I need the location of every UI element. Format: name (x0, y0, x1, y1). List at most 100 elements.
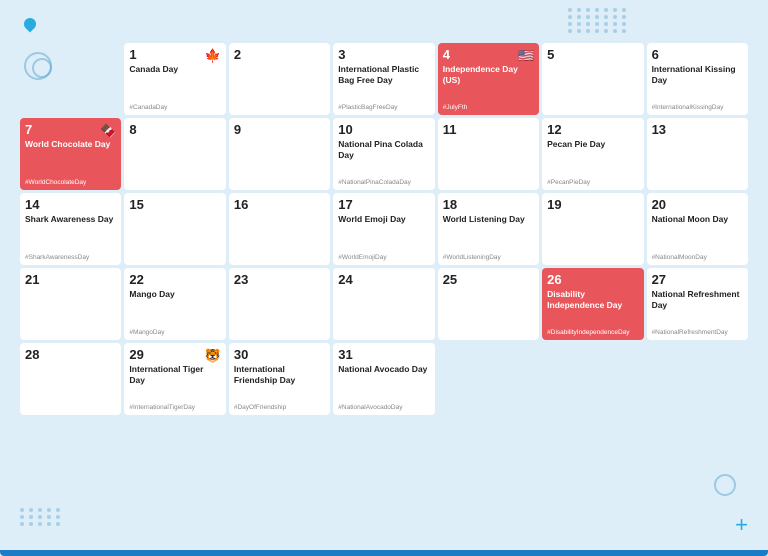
day-hashtag: #JulyFth (443, 104, 534, 111)
plus-icon: + (735, 512, 748, 538)
day-hashtag: #InternationalTigerDay (129, 404, 220, 411)
day-cell-27: 27National Refreshment Day#NationalRefre… (647, 268, 748, 340)
day-hashtag: #NationalMoonDay (652, 254, 743, 261)
day-title: National Avocado Day (338, 364, 429, 401)
day-number: 9 (234, 123, 325, 136)
day-icon: 🇺🇸 (518, 48, 534, 64)
empty-cell (647, 343, 748, 415)
header-left (20, 16, 38, 30)
bottom-bar (0, 550, 768, 556)
day-number: 25 (443, 273, 534, 286)
day-title: World Listening Day (443, 214, 534, 251)
day-icon: 🐯 (205, 348, 221, 364)
day-number: 20 (652, 198, 743, 211)
day-number: 26 (547, 273, 638, 286)
day-cell-3: 3 International Plastic Bag Free Day #Plas… (333, 43, 434, 115)
day-title: Shark Awareness Day (25, 214, 116, 251)
day-title: Pecan Pie Day (547, 139, 638, 176)
day-cell-26: 26 Disability Independence Day #Disability… (542, 268, 643, 340)
day-hashtag: #NationalPinaColadaDay (338, 179, 429, 186)
day-title: National Pina Colada Day (338, 139, 429, 176)
day-cell-12: 12 Pecan Pie Day #PecanPieDay (542, 118, 643, 190)
day-hashtag: #CanadaDay (129, 104, 220, 111)
day-icon: 🍁 (205, 48, 221, 64)
header (20, 16, 748, 37)
day-cell-25: 25 (438, 268, 539, 340)
day-number: 5 (547, 48, 638, 61)
day-number: 19 (547, 198, 638, 211)
brand-logo (24, 18, 38, 30)
day-hashtag: #NationalRefreshmentDay (652, 329, 743, 336)
day-hashtag: #WorldEmojiDay (338, 254, 429, 261)
subtitle (20, 18, 38, 30)
page-wrapper: + 1🍁Canada Day#CanadaDay23 (0, 0, 768, 556)
day-cell-18: 18 World Listening Day #WorldListeningDay (438, 193, 539, 265)
day-hashtag: #DayOfFriendship (234, 404, 325, 411)
empty-cell (20, 43, 121, 115)
day-hashtag: #SharkAwarenessDay (25, 254, 116, 261)
day-number: 18 (443, 198, 534, 211)
day-hashtag: #MangoDay (129, 329, 220, 336)
day-number: 27 (652, 273, 743, 286)
day-number: 2 (234, 48, 325, 61)
day-title: Independence Day (US) (443, 64, 534, 101)
day-cell-10: 10National Pina Colada Day#NationalPinaC… (333, 118, 434, 190)
day-hashtag: #InternationalKissingDay (652, 104, 743, 111)
day-cell-1: 1🍁Canada Day#CanadaDay (124, 43, 225, 115)
day-title: International Tiger Day (129, 364, 220, 401)
day-cell-28: 28 (20, 343, 121, 415)
day-cell-16: 16 (229, 193, 330, 265)
day-hashtag: #WorldListeningDay (443, 254, 534, 261)
day-number: 28 (25, 348, 116, 361)
day-hashtag: #WorldChocolateDay (25, 179, 116, 186)
decorative-dots-top (568, 8, 628, 33)
day-number: 6 (652, 48, 743, 61)
day-hashtag: #PlasticBagFreeDay (338, 104, 429, 111)
day-title: World Emoji Day (338, 214, 429, 251)
logo-icon (22, 16, 39, 33)
day-title: National Moon Day (652, 214, 743, 251)
day-cell-24: 24 (333, 268, 434, 340)
day-title: International Plastic Bag Free Day (338, 64, 429, 101)
day-title: International Friendship Day (234, 364, 325, 401)
day-number: 24 (338, 273, 429, 286)
day-number: 8 (129, 123, 220, 136)
day-title: World Chocolate Day (25, 139, 116, 176)
day-number: 21 (25, 273, 116, 286)
decorative-dots-bottom (20, 508, 62, 526)
day-cell-5: 5 (542, 43, 643, 115)
day-cell-17: 17 World Emoji Day #WorldEmojiDay (333, 193, 434, 265)
day-number: 17 (338, 198, 429, 211)
day-cell-13: 13 (647, 118, 748, 190)
day-cell-14: 14 Shark Awareness Day #SharkAwarenessDay (20, 193, 121, 265)
day-number: 13 (652, 123, 743, 136)
day-number: 30 (234, 348, 325, 361)
day-cell-22: 22 Mango Day #MangoDay (124, 268, 225, 340)
day-cell-15: 15 (124, 193, 225, 265)
empty-cell (542, 343, 643, 415)
day-number: 3 (338, 48, 429, 61)
day-title: Mango Day (129, 289, 220, 326)
day-cell-4: 4🇺🇸Independence Day (US)#JulyFth (438, 43, 539, 115)
day-number: 11 (443, 123, 534, 136)
day-title: Canada Day (129, 64, 220, 101)
day-icon: 🍫 (100, 123, 116, 139)
day-cell-31: 31National Avocado Day#NationalAvocadoDa… (333, 343, 434, 415)
day-cell-6: 6International Kissing Day#International… (647, 43, 748, 115)
day-hashtag: #PecanPieDay (547, 179, 638, 186)
day-title: Disability Independence Day (547, 289, 638, 326)
day-cell-8: 8 (124, 118, 225, 190)
day-number: 16 (234, 198, 325, 211)
day-number: 22 (129, 273, 220, 286)
calendar-grid: 1🍁Canada Day#CanadaDay23International Pl… (20, 43, 748, 415)
day-cell-7: 7🍫World Chocolate Day#WorldChocolateDay (20, 118, 121, 190)
day-hashtag: #DisabilityIndependenceDay (547, 329, 638, 336)
day-number: 14 (25, 198, 116, 211)
day-number: 12 (547, 123, 638, 136)
day-number: 31 (338, 348, 429, 361)
day-number: 15 (129, 198, 220, 211)
day-cell-9: 9 (229, 118, 330, 190)
circle-decor-3 (714, 474, 736, 496)
day-cell-23: 23 (229, 268, 330, 340)
day-cell-21: 21 (20, 268, 121, 340)
